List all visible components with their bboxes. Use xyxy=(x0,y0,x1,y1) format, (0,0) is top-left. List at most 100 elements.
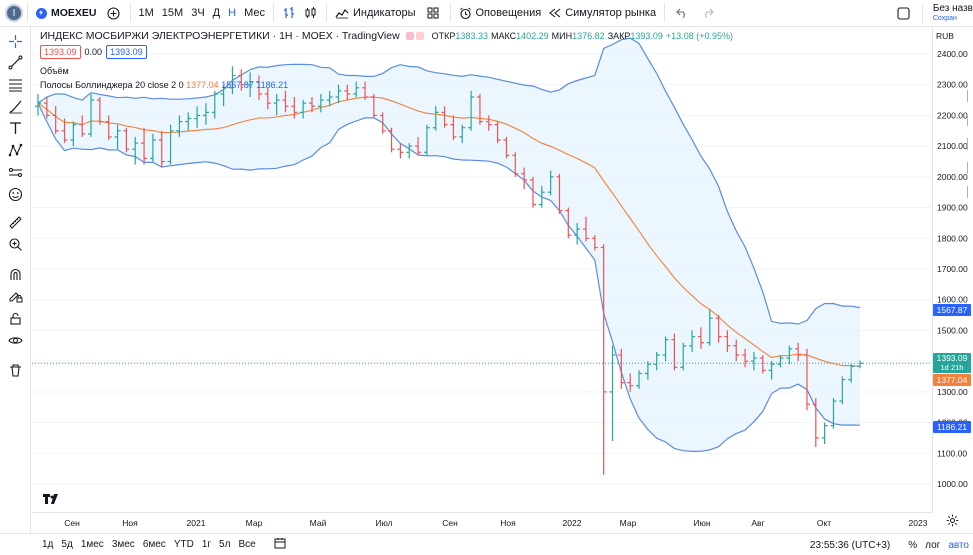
emoji-icon[interactable] xyxy=(8,187,23,202)
redo-button[interactable] xyxy=(695,0,721,27)
price-tick-label: 2100.00 xyxy=(937,141,968,151)
candles-type-button[interactable] xyxy=(300,0,322,27)
bottombar-right: 23:55:36 (UTC+3) % лог авто xyxy=(806,534,973,555)
last-price-tag: 1393.09 1d 21h xyxy=(933,353,971,374)
fib-levels-icon[interactable] xyxy=(8,77,23,92)
auto-scale-toggle[interactable]: авто xyxy=(944,540,973,551)
indicators-label: Индикаторы xyxy=(352,7,416,19)
price-tick-label: 1800.00 xyxy=(937,233,968,243)
ohlc-bars-icon xyxy=(283,7,294,18)
lock-icon[interactable] xyxy=(8,311,23,326)
volume-indicator-row[interactable]: Объём xyxy=(40,66,69,76)
pattern-icon[interactable] xyxy=(8,143,23,158)
save-status: Сохран xyxy=(932,14,957,22)
time-scale[interactable]: Сен Ноя 2021 Мар Май Июл Сен Ноя 2022 Мар Июн Авг Ок… xyxy=(32,512,932,532)
range-button[interactable]: 5д xyxy=(57,539,76,550)
settings-gear-button[interactable] xyxy=(946,514,959,530)
forecast-icon[interactable] xyxy=(8,165,23,180)
percent-toggle[interactable]: % xyxy=(904,540,921,551)
badge-indicator xyxy=(405,32,414,40)
price-tick-label: 1500.00 xyxy=(937,325,968,335)
currency-selector[interactable]: RUB xyxy=(936,31,954,41)
divider xyxy=(664,4,666,22)
right-panel-edge xyxy=(967,90,973,210)
save-layout-button[interactable]: Без назв Сохран xyxy=(927,3,973,24)
brush-icon[interactable] xyxy=(8,99,23,114)
interval-button[interactable]: Н xyxy=(224,0,240,27)
bottom-toolbar: 1д 5д 1мес 3мес 6мес YTD 1г 5л Все 23:55:36 (UTC… xyxy=(0,533,973,555)
chart-pane[interactable] xyxy=(32,28,932,512)
text-tool-icon[interactable] xyxy=(8,121,23,136)
divider xyxy=(272,4,274,22)
time-tick-label: Ноя xyxy=(122,518,138,528)
goto-date-button[interactable] xyxy=(274,537,286,552)
price-tick-label: 1700.00 xyxy=(937,264,968,274)
crosshair-icon[interactable] xyxy=(8,34,23,49)
price-tick-label: 2200.00 xyxy=(937,110,968,120)
tradingview-logo[interactable] xyxy=(42,493,62,508)
divider xyxy=(325,4,327,22)
range-button[interactable]: 1д xyxy=(38,539,57,550)
ruler-icon[interactable] xyxy=(8,215,23,230)
spread-value: 0.00 xyxy=(84,47,103,57)
range-button[interactable]: YTD xyxy=(170,539,198,550)
range-button[interactable]: 1мес xyxy=(77,539,108,550)
layout-grid-button[interactable] xyxy=(420,0,446,27)
time-tick-label: 2022 xyxy=(563,518,582,528)
ohlc-label: МИН xyxy=(551,31,573,41)
time-tick-label: Мар xyxy=(620,518,637,528)
symbol-search-button[interactable]: MOEXEU xyxy=(32,0,101,27)
price-tick-label: 2400.00 xyxy=(937,49,968,59)
fullscreen-icon xyxy=(897,7,910,20)
order-buttons: 1393.09 0.00 1393.09 xyxy=(40,45,147,59)
interval-button[interactable]: Мес xyxy=(240,0,269,27)
alerts-button[interactable]: Оповещения xyxy=(455,0,546,27)
price-tick-label: 2300.00 xyxy=(937,80,968,90)
time-tick-label: 2021 xyxy=(187,518,206,528)
top-toolbar: I MOEXEU 1М 15М 3Ч Д Н Мес Индикаторы Оповеще… xyxy=(0,0,973,27)
plus-circle-icon xyxy=(106,6,120,20)
bar-replay-button[interactable]: Симулятор рынка xyxy=(545,0,660,27)
bb-upper-price-tag: 1567.87 xyxy=(933,303,971,316)
user-avatar[interactable]: I xyxy=(5,4,23,22)
trend-line-icon[interactable] xyxy=(8,55,23,70)
clock-timezone[interactable]: 23:55:36 (UTC+3) xyxy=(806,540,894,551)
indicators-button[interactable]: Индикаторы xyxy=(331,0,420,27)
fullscreen-button[interactable] xyxy=(889,0,918,27)
price-tick-label: 1100.00 xyxy=(937,448,967,458)
last-price-value: 1393.09 xyxy=(936,353,968,364)
time-tick-label: Ноя xyxy=(500,518,516,528)
alarm-clock-icon xyxy=(459,7,471,19)
sell-button[interactable]: 1393.09 xyxy=(40,45,81,59)
buy-button[interactable]: 1393.09 xyxy=(106,45,147,59)
interval-button[interactable]: Д xyxy=(209,0,224,27)
lock-pencil-icon[interactable] xyxy=(8,289,23,304)
interval-button[interactable]: 15М xyxy=(158,0,187,27)
price-tick-label: 1000.00 xyxy=(937,479,968,489)
bb-lower-value: 1186.21 xyxy=(256,80,289,90)
range-button[interactable]: 1г xyxy=(198,539,215,550)
compare-symbol-button[interactable] xyxy=(101,0,126,27)
price-chart[interactable] xyxy=(32,28,932,512)
range-button[interactable]: 3мес xyxy=(108,539,139,550)
range-button[interactable]: 6мес xyxy=(139,539,170,550)
chart-type-button[interactable] xyxy=(278,0,300,27)
range-button[interactable]: Все xyxy=(234,539,259,550)
interval-button[interactable]: 3Ч xyxy=(187,0,208,27)
undo-button[interactable] xyxy=(669,0,695,27)
magnet-icon[interactable] xyxy=(8,267,23,282)
log-toggle[interactable]: лог xyxy=(921,540,944,551)
eye-icon[interactable] xyxy=(8,333,23,348)
price-tick-label: 1300.00 xyxy=(937,387,968,397)
ohlc-value: 1393.09 xyxy=(630,31,663,41)
time-tick-label: Мар xyxy=(246,518,263,528)
divider xyxy=(449,4,451,22)
bollinger-indicator-row[interactable]: Полосы Боллинджера 20 close 2 0 1377.04 … xyxy=(40,80,288,90)
trash-icon[interactable] xyxy=(8,363,23,378)
interval-button[interactable]: 1М xyxy=(135,0,158,27)
divider xyxy=(27,4,28,22)
range-button[interactable]: 5л xyxy=(215,539,234,550)
ohlc-bar xyxy=(609,345,616,441)
ohlc-value: 1383.33 xyxy=(455,31,488,41)
zoom-in-icon[interactable] xyxy=(8,237,23,252)
